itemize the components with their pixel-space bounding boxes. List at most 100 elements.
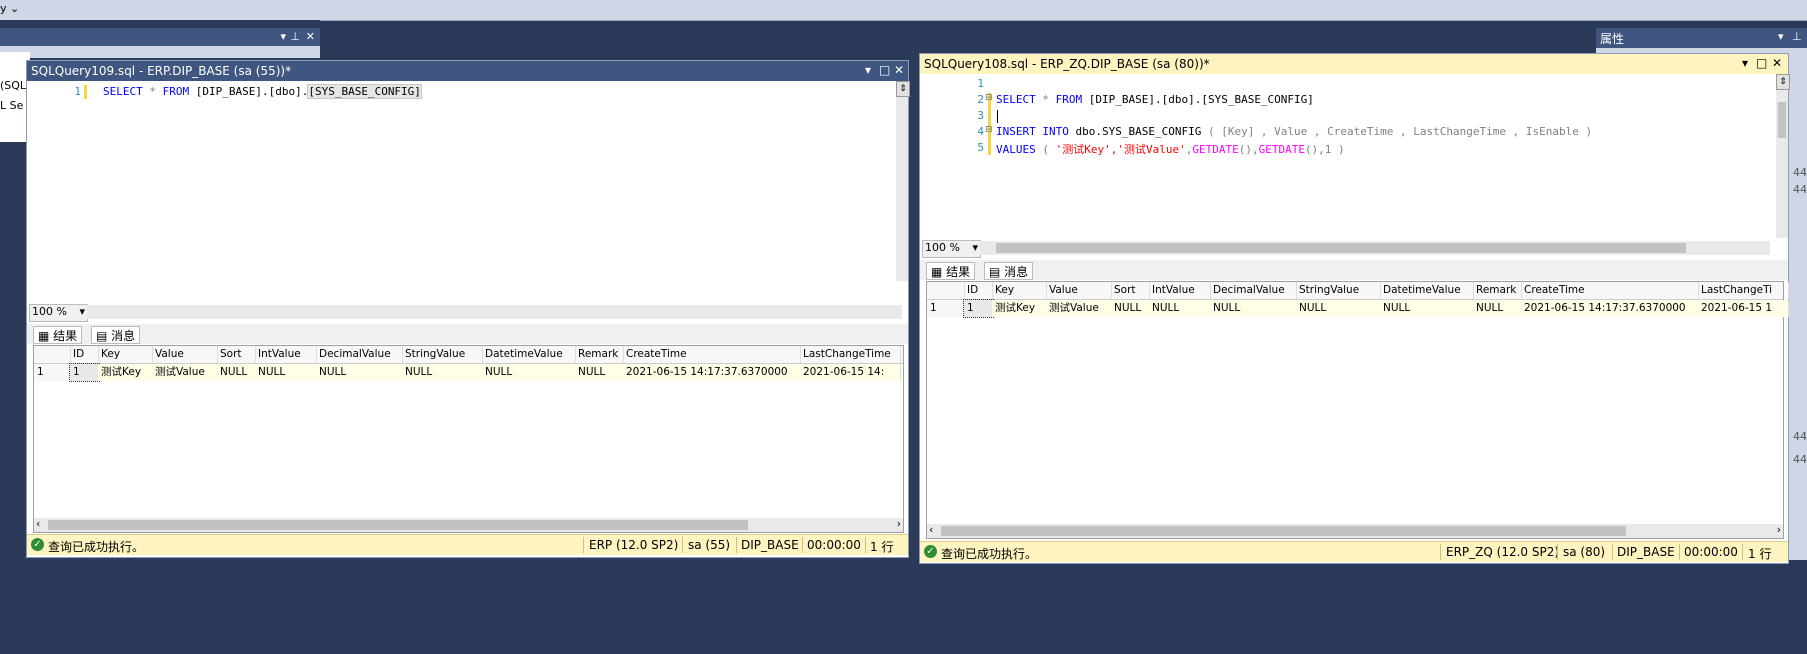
column-header[interactable]: CreateTime [623, 346, 801, 363]
column-header[interactable]: StringValue [402, 346, 483, 363]
column-header[interactable]: Remark [575, 346, 624, 363]
code-line-2[interactable]: SELECT * FROM [DIP_BASE].[dbo].[SYS_BASE… [996, 93, 1314, 106]
table-cell[interactable]: NULL [255, 364, 317, 381]
table-cell[interactable]: 2021-06-15 14: [800, 364, 901, 381]
query-window-108[interactable]: SQLQuery108.sql - ERP_ZQ.DIP_BASE (sa (8… [919, 53, 1790, 564]
column-header[interactable]: Key [98, 346, 153, 363]
table-cell[interactable]: 测试Value [1046, 300, 1112, 317]
close-icon[interactable]: ✕ [894, 63, 904, 77]
tree-item-fragment[interactable]: (SQL [0, 79, 26, 92]
close-icon[interactable]: ✕ [306, 30, 315, 43]
maximize-icon[interactable]: □ [1756, 56, 1767, 70]
sql-editor[interactable]: 1 SELECT * FROM [DIP_BASE].[dbo].[SYS_BA… [27, 81, 910, 296]
collapse-icon[interactable]: ⊟ [985, 125, 993, 135]
collapse-icon[interactable]: ⊟ [985, 93, 993, 103]
column-header[interactable]: IntValue [255, 346, 317, 363]
column-header[interactable]: LastChangeTime [800, 346, 901, 363]
row-header-corner[interactable] [34, 346, 71, 363]
query-window-109[interactable]: SQLQuery109.sql - ERP.DIP_BASE (sa (55))… [26, 60, 910, 558]
dropdown-icon[interactable]: ▾ [1778, 30, 1784, 43]
tree-item-fragment-2[interactable]: L Se [0, 99, 23, 112]
chevron-left-icon[interactable]: ‹ [929, 523, 933, 536]
tab-results[interactable]: ▦ 结果 [33, 326, 83, 344]
dropdown-icon[interactable]: ▾ [865, 63, 871, 77]
pin-icon[interactable]: ⊥ [290, 30, 300, 43]
pin-icon[interactable]: ⊥ [1792, 30, 1802, 43]
grid-horizontal-scrollbar[interactable]: ‹ › [927, 523, 1783, 538]
chevron-left-icon[interactable]: ‹ [36, 517, 40, 530]
column-header[interactable]: StringValue [1296, 282, 1381, 299]
row-number[interactable]: 1 [927, 300, 965, 317]
table-cell[interactable]: NULL [1380, 300, 1474, 317]
table-cell[interactable]: NULL [1296, 300, 1381, 317]
column-header[interactable]: ID [964, 282, 993, 299]
results-grid[interactable]: ID Key Value Sort IntValue DecimalValue String… [926, 281, 1789, 539]
table-cell[interactable]: NULL [1210, 300, 1297, 317]
editor-horizontal-scrollbar[interactable] [980, 241, 1770, 255]
toolbar-fragment[interactable]: y ⌄ [0, 2, 19, 15]
table-cell[interactable]: NULL [1111, 300, 1150, 317]
window-titlebar[interactable]: SQLQuery108.sql - ERP_ZQ.DIP_BASE (sa (8… [920, 54, 1788, 74]
column-header[interactable]: IntValue [1149, 282, 1211, 299]
table-cell[interactable]: 测试Value [152, 364, 218, 381]
vertical-scrollbar[interactable]: ⇕ [896, 81, 910, 281]
table-cell[interactable]: 测试Key [992, 300, 1047, 317]
column-header[interactable]: LastChangeTi [1698, 282, 1789, 299]
row-header-corner[interactable] [927, 282, 965, 299]
column-header[interactable]: CreateTime [1521, 282, 1699, 299]
maximize-icon[interactable]: □ [879, 63, 890, 77]
chevron-right-icon[interactable]: › [897, 517, 901, 530]
close-icon[interactable]: ✕ [1772, 56, 1782, 70]
column-header[interactable]: DatetimeValue [1380, 282, 1474, 299]
row-number[interactable]: 1 [34, 364, 71, 381]
scroll-thumb[interactable] [1778, 102, 1786, 138]
table-row[interactable]: 1 1 测试Key 测试Value NULL NULL NULL NULL NULL NULL 20… [927, 299, 1789, 318]
dropdown-icon[interactable]: ▾ [1742, 56, 1748, 70]
results-grid[interactable]: ID Key Value Sort IntValue DecimalValue String… [33, 345, 904, 533]
window-titlebar[interactable]: SQLQuery109.sql - ERP.DIP_BASE (sa (55))… [27, 61, 908, 81]
zoom-select[interactable]: 100 % ▾ [29, 304, 88, 322]
table-cell[interactable]: 测试Key [98, 364, 153, 381]
column-header[interactable]: Remark [1473, 282, 1522, 299]
table-cell[interactable]: 2021-06-15 14:17:37.6370000 [623, 364, 801, 381]
column-header[interactable]: DecimalValue [1210, 282, 1297, 299]
table-cell[interactable]: NULL [575, 364, 624, 381]
scroll-thumb[interactable] [996, 243, 1686, 253]
code-line-1[interactable]: SELECT * FROM [DIP_BASE].[dbo].[SYS_BASE… [103, 84, 422, 99]
column-header[interactable]: Sort [1111, 282, 1150, 299]
table-cell[interactable]: NULL [1473, 300, 1522, 317]
table-cell[interactable]: 2021-06-15 14:17:37.6370000 [1521, 300, 1699, 317]
table-cell[interactable]: 2021-06-15 1 [1698, 300, 1789, 317]
column-header[interactable]: Value [1046, 282, 1112, 299]
column-header[interactable]: DatetimeValue [482, 346, 576, 363]
tab-messages[interactable]: ▤ 消息 [984, 262, 1034, 280]
table-cell[interactable]: NULL [1149, 300, 1211, 317]
zoom-select[interactable]: 100 % ▾ [922, 240, 981, 258]
chevron-right-icon[interactable]: › [1777, 523, 1781, 536]
scroll-thumb[interactable] [48, 520, 748, 530]
scroll-thumb[interactable] [941, 526, 1626, 536]
editor-horizontal-scrollbar[interactable] [87, 305, 902, 319]
column-header[interactable]: ID [70, 346, 99, 363]
split-icon[interactable]: ⇕ [896, 81, 910, 97]
tab-messages[interactable]: ▤ 消息 [91, 326, 141, 344]
table-cell[interactable]: NULL [316, 364, 403, 381]
table-cell[interactable]: NULL [482, 364, 576, 381]
column-header[interactable]: Key [992, 282, 1047, 299]
vertical-scrollbar[interactable]: ⇕ [1776, 74, 1790, 238]
table-cell[interactable]: NULL [402, 364, 483, 381]
table-row[interactable]: 1 1 测试Key 测试Value NULL NULL NULL NULL NULL NULL 20… [34, 363, 903, 382]
table-cell[interactable]: 1 [69, 363, 100, 382]
column-header[interactable]: Value [152, 346, 218, 363]
code-line-4[interactable]: INSERT INTO dbo.SYS_BASE_CONFIG ( [Key] … [996, 125, 1592, 138]
grid-horizontal-scrollbar[interactable]: ‹ › [34, 517, 903, 532]
table-cell[interactable]: NULL [217, 364, 256, 381]
column-header[interactable]: DecimalValue [316, 346, 403, 363]
dropdown-icon[interactable]: ▾ [280, 30, 286, 43]
table-cell[interactable]: 1 [963, 299, 994, 318]
code-line-5[interactable]: VALUES ( '测试Key','测试Value',GETDATE(),GET… [996, 141, 1345, 157]
sql-editor[interactable]: 1 2 3 4 5 ⊟ ⊟ SELECT * FROM [DIP_BASE].[… [920, 74, 1790, 238]
split-icon[interactable]: ⇕ [1776, 74, 1790, 90]
column-header[interactable]: Sort [217, 346, 256, 363]
tab-results[interactable]: ▦ 结果 [926, 262, 976, 280]
